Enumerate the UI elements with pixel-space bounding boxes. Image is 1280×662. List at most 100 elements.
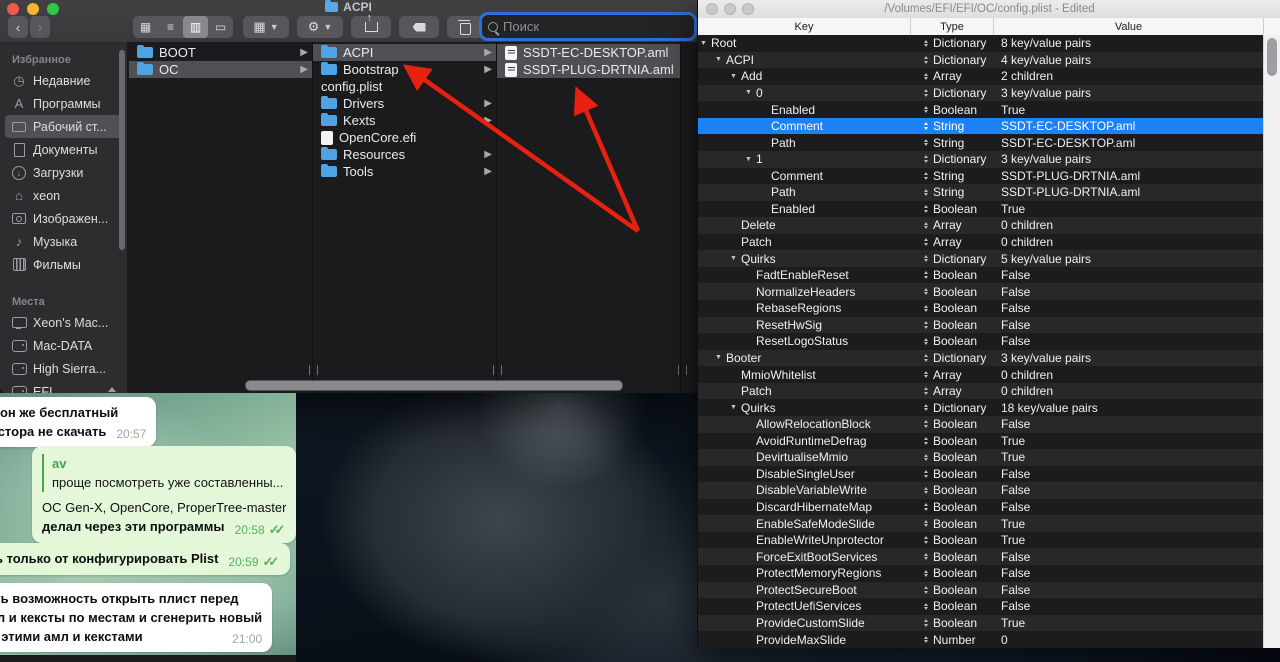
plist-type-cell[interactable]: Dictionary xyxy=(911,36,994,50)
plist-row[interactable]: ▼ 0 Dictionary 3 key/value pairs xyxy=(698,84,1264,102)
plist-type-cell[interactable]: Boolean xyxy=(911,450,994,464)
sidebar-item-[interactable]: Изображен... xyxy=(5,207,122,230)
plist-value[interactable]: False xyxy=(994,566,1264,580)
plist-row[interactable]: DisableVariableWrite Boolean False xyxy=(698,482,1264,499)
plist-type-cell[interactable]: Boolean xyxy=(911,434,994,448)
file-row[interactable]: SSDT-PLUG-DRTNIA.aml xyxy=(497,61,680,78)
plist-type-cell[interactable]: Boolean xyxy=(911,467,994,481)
plist-value[interactable]: False xyxy=(994,467,1264,481)
plist-row[interactable]: Enabled Boolean True xyxy=(698,200,1264,218)
plist-value[interactable]: 4 key/value pairs xyxy=(994,53,1264,67)
sidebar-item-[interactable]: A Программы xyxy=(5,92,122,115)
sidebar-item-[interactable]: ↓ Загрузки xyxy=(5,161,122,184)
sidebar-item-[interactable]: Документы xyxy=(5,138,122,161)
file-row[interactable]: Resources ▶ xyxy=(313,146,496,163)
plist-value[interactable]: False xyxy=(994,483,1264,497)
plist-value[interactable]: 2 children xyxy=(994,69,1264,83)
sidebar-scrollbar[interactable] xyxy=(119,50,125,250)
disclosure-triangle[interactable]: ▼ xyxy=(730,73,741,80)
search-input[interactable]: Поиск xyxy=(482,15,694,38)
sidebar-item-[interactable]: ♪ Музыка xyxy=(5,230,122,253)
forward-button[interactable]: › xyxy=(30,16,50,38)
plist-type-cell[interactable]: Boolean xyxy=(911,268,994,282)
plist-row[interactable]: AllowRelocationBlock Boolean False xyxy=(698,415,1264,433)
file-row[interactable]: Tools ▶ xyxy=(313,163,496,180)
plist-value[interactable]: 0 xyxy=(994,633,1264,647)
plist-row[interactable]: NormalizeHeaders Boolean False xyxy=(698,283,1264,300)
disclosure-triangle[interactable]: ▼ xyxy=(745,89,756,96)
plist-value[interactable]: 3 key/value pairs xyxy=(994,86,1264,100)
grid-view-icon[interactable]: ▦ xyxy=(133,16,158,38)
plist-type-cell[interactable]: Dictionary xyxy=(911,152,994,166)
column-view-icon[interactable]: ▥ xyxy=(183,16,208,38)
plist-row[interactable]: ProvideMaxSlide Number 0 xyxy=(698,631,1264,648)
plist-value[interactable]: SSDT-EC-DESKTOP.aml xyxy=(994,136,1264,150)
file-row[interactable]: Drivers ▶ xyxy=(313,95,496,112)
plist-type-cell[interactable]: Boolean xyxy=(911,616,994,630)
plist-value[interactable]: True xyxy=(994,450,1264,464)
group-button[interactable]: ▦ ▼ xyxy=(243,16,289,38)
plist-value[interactable]: False xyxy=(994,583,1264,597)
plist-type-cell[interactable]: Boolean xyxy=(911,285,994,299)
message-bubble-incoming[interactable]: есть возможность открыть плист перед амл … xyxy=(0,583,273,652)
plist-row[interactable]: Enabled Boolean True xyxy=(698,101,1264,118)
column-header-type[interactable]: Type xyxy=(911,18,994,35)
file-row[interactable]: ACPI ▶ xyxy=(313,44,496,61)
scrollbar-thumb[interactable] xyxy=(1267,38,1277,76)
list-view-icon[interactable]: ≡ xyxy=(158,16,183,38)
message-bubble-incoming[interactable]: ть он же бесплатный ппстора не скачать20:… xyxy=(0,397,157,447)
plist-row[interactable]: ▼ Quirks Dictionary 5 key/value pairs xyxy=(698,250,1264,267)
plist-row[interactable]: Comment String SSDT-PLUG-DRTNIA.aml xyxy=(698,167,1264,185)
file-row[interactable]: config.plist xyxy=(313,78,496,95)
disclosure-triangle[interactable]: ▼ xyxy=(700,40,711,47)
plist-type-cell[interactable]: Boolean xyxy=(911,103,994,117)
plist-row[interactable]: Path String SSDT-EC-DESKTOP.aml xyxy=(698,134,1264,151)
column-header-key[interactable]: Key xyxy=(698,18,911,35)
plist-type-cell[interactable]: Array xyxy=(911,235,994,249)
plist-row[interactable]: DiscardHibernateMap Boolean False xyxy=(698,498,1264,516)
plist-value[interactable]: True xyxy=(994,434,1264,448)
plist-type-cell[interactable]: String xyxy=(911,136,994,150)
plist-value[interactable]: SSDT-PLUG-DRTNIA.aml xyxy=(994,169,1264,183)
plist-type-cell[interactable]: Dictionary xyxy=(911,53,994,67)
plist-value[interactable]: 3 key/value pairs xyxy=(994,152,1264,166)
tag-button[interactable] xyxy=(399,16,439,38)
plist-type-cell[interactable]: Boolean xyxy=(911,550,994,564)
horizontal-scrollbar[interactable] xyxy=(245,380,623,391)
plist-row[interactable]: ▼ Add Array 2 children xyxy=(698,68,1264,85)
plist-row[interactable]: ResetHwSig Boolean False xyxy=(698,316,1264,334)
sidebar-item-macdata[interactable]: Mac-DATA xyxy=(5,334,122,357)
plist-value[interactable]: 5 key/value pairs xyxy=(994,252,1264,266)
plist-value[interactable]: True xyxy=(994,103,1264,117)
disclosure-triangle[interactable]: ▼ xyxy=(730,255,741,262)
plist-type-cell[interactable]: String xyxy=(911,169,994,183)
plist-row[interactable]: ▼ ACPI Dictionary 4 key/value pairs xyxy=(698,51,1264,69)
message-bubble-outgoing[interactable]: ось только от конфигурировать Plist 20:59… xyxy=(0,543,291,575)
plist-row[interactable]: ▼ Quirks Dictionary 18 key/value pairs xyxy=(698,399,1264,416)
plist-type-cell[interactable]: String xyxy=(911,185,994,199)
message-bubble-outgoing[interactable]: av проще посмотреть уже составленны... OC … xyxy=(32,446,296,543)
file-row[interactable]: SSDT-EC-DESKTOP.aml xyxy=(497,44,680,61)
plist-type-cell[interactable]: Boolean xyxy=(911,583,994,597)
file-row[interactable]: Kexts ▶ xyxy=(313,112,496,129)
plist-value[interactable]: 0 children xyxy=(994,368,1264,382)
disclosure-triangle[interactable]: ▼ xyxy=(715,354,726,361)
file-row[interactable]: OpenCore.efi xyxy=(313,129,496,146)
plist-value[interactable]: True xyxy=(994,533,1264,547)
sidebar-item-[interactable]: Рабочий ст... xyxy=(5,115,122,138)
plist-row[interactable]: Delete Array 0 children xyxy=(698,217,1264,234)
plist-type-cell[interactable]: Boolean xyxy=(911,566,994,580)
plist-row[interactable]: ▼ Booter Dictionary 3 key/value pairs xyxy=(698,349,1264,367)
disclosure-triangle[interactable]: ▼ xyxy=(745,156,756,163)
plist-value[interactable]: True xyxy=(994,616,1264,630)
plist-row[interactable]: DisableSingleUser Boolean False xyxy=(698,465,1264,483)
plist-row[interactable]: ProtectUefiServices Boolean False xyxy=(698,598,1264,615)
plist-type-cell[interactable]: Boolean xyxy=(911,318,994,332)
plist-type-cell[interactable]: Array xyxy=(911,69,994,83)
action-button[interactable]: ⚙ ▼ xyxy=(297,16,343,38)
plist-type-cell[interactable]: Boolean xyxy=(911,334,994,348)
column-resize-handle[interactable] xyxy=(493,365,502,375)
plist-row[interactable]: ResetLogoStatus Boolean False xyxy=(698,333,1264,350)
column-resize-handle[interactable] xyxy=(678,365,687,375)
plist-row[interactable]: ProvideCustomSlide Boolean True xyxy=(698,614,1264,632)
